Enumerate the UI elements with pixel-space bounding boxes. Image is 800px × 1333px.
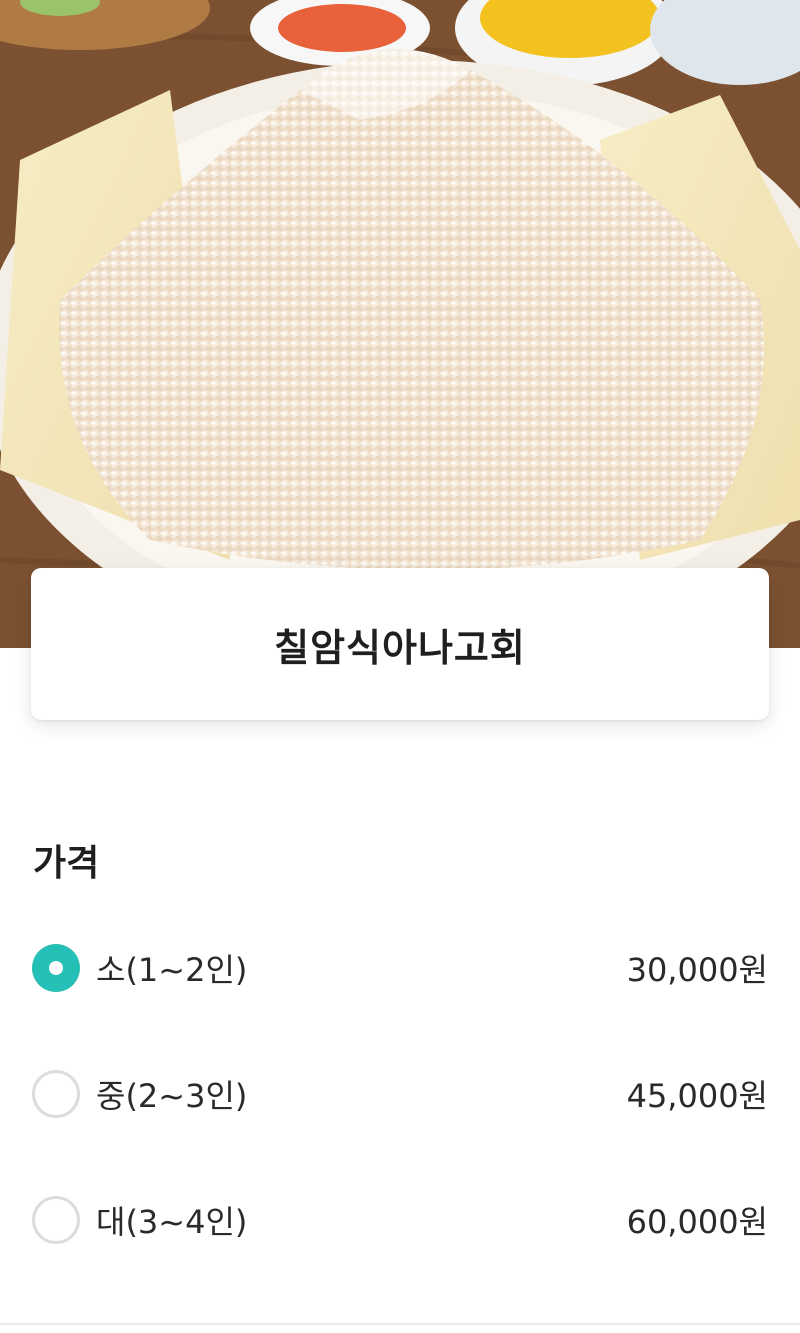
menu-photo xyxy=(0,0,800,648)
menu-title: 칠암식아나고회 xyxy=(274,625,526,670)
price-option-value: 45,000원 xyxy=(626,1077,768,1115)
price-option-large[interactable]: 대(3~4인) 60,000원 xyxy=(0,1180,800,1260)
price-option-value: 60,000원 xyxy=(626,1203,768,1241)
price-option-label: 소(1~2인) xyxy=(96,951,248,989)
price-section-title: 가격 xyxy=(33,843,100,884)
menu-title-card: 칠암식아나고회 xyxy=(31,568,769,720)
radio-unselected-icon[interactable] xyxy=(32,1196,80,1244)
radio-selected-icon[interactable] xyxy=(32,944,80,992)
price-option-label: 중(2~3인) xyxy=(96,1077,248,1115)
price-option-small[interactable]: 소(1~2인) 30,000원 xyxy=(0,928,800,1008)
price-option-value: 30,000원 xyxy=(626,951,768,989)
price-option-label: 대(3~4인) xyxy=(96,1203,248,1241)
price-option-medium[interactable]: 중(2~3인) 45,000원 xyxy=(0,1054,800,1134)
divider xyxy=(0,1323,800,1325)
radio-unselected-icon[interactable] xyxy=(32,1070,80,1118)
food-photo-icon xyxy=(0,0,800,648)
